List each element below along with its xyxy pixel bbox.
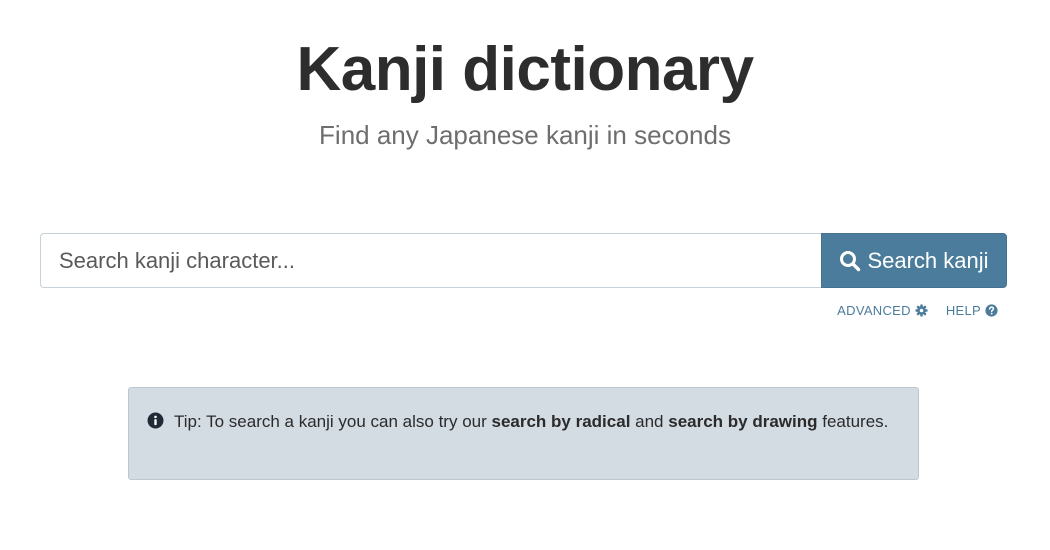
page-title: Kanji dictionary <box>296 35 754 104</box>
help-link[interactable]: HELP <box>946 303 998 318</box>
tip-text-suffix: features. <box>817 412 889 431</box>
page: Kanji dictionary Find any Japanese kanji… <box>0 0 1050 550</box>
search-button-label: Search kanji <box>867 247 989 273</box>
gear-icon <box>915 304 928 317</box>
advanced-link[interactable]: ADVANCED <box>837 303 928 318</box>
advanced-label: ADVANCED <box>837 303 911 318</box>
help-label: HELP <box>945 303 981 318</box>
tip-box: Tip: To search a kanji you can also try … <box>128 387 919 480</box>
tip-text-prefix: Tip: To search a kanji you can also try … <box>174 412 492 431</box>
info-icon <box>147 410 164 437</box>
search-bar: Search kanji <box>40 233 1007 288</box>
search-by-drawing-link[interactable]: search by drawing <box>668 412 817 431</box>
search-input[interactable] <box>40 233 821 288</box>
search-button[interactable]: Search kanji <box>821 233 1007 288</box>
tip-text-middle: and <box>630 412 669 431</box>
page-subtitle: Find any Japanese kanji in seconds <box>319 120 731 150</box>
search-options: ADVANCED HELP <box>837 303 998 318</box>
search-icon <box>839 250 861 272</box>
question-circle-icon <box>985 304 998 317</box>
search-by-radical-link[interactable]: search by radical <box>492 412 631 431</box>
